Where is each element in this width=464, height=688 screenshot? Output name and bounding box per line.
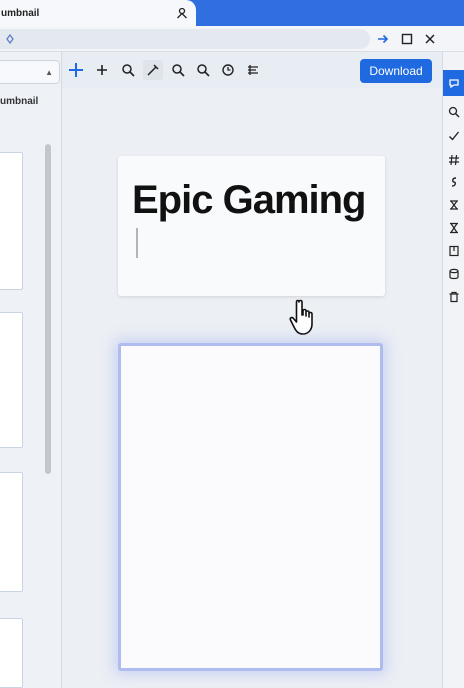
forward-arrow-icon[interactable]	[374, 30, 392, 48]
panel-scrollbar[interactable]	[45, 144, 51, 474]
hourglass-icon[interactable]	[446, 220, 462, 236]
tab-active[interactable]: umbnail	[0, 0, 196, 26]
maximize-icon[interactable]	[398, 30, 416, 48]
design-canvas[interactable]: Epic Gaming	[62, 88, 442, 688]
database-icon[interactable]	[446, 266, 462, 282]
tab-strip: umbnail	[0, 0, 464, 26]
plus-icon[interactable]	[92, 60, 112, 80]
zoom-out-icon[interactable]	[193, 60, 213, 80]
tab-title: umbnail	[1, 7, 40, 19]
text-cursor	[136, 228, 138, 258]
thumbnail-item[interactable]	[0, 618, 23, 688]
zoom-in-icon[interactable]	[168, 60, 188, 80]
right-sidebar	[442, 52, 464, 688]
thumbnail-item[interactable]	[0, 312, 23, 448]
tab-profile-icon[interactable]	[174, 5, 190, 21]
book-icon[interactable]	[446, 243, 462, 259]
layers-icon[interactable]	[243, 60, 263, 80]
hash-icon[interactable]	[446, 152, 462, 168]
card-title[interactable]: Epic Gaming	[132, 178, 366, 223]
plus-large-icon[interactable]	[66, 60, 86, 80]
chat-icon[interactable]	[443, 70, 464, 96]
app-window: umbnail ▲ umbnail Download Epic Gaming	[0, 0, 464, 688]
thumbnail-panel: ▲ umbnail	[0, 52, 62, 688]
trash-icon[interactable]	[446, 289, 462, 305]
eyedropper-icon[interactable]	[143, 60, 163, 80]
blank-frame[interactable]	[118, 343, 383, 671]
transform-icon[interactable]	[446, 197, 462, 213]
search-icon[interactable]	[446, 104, 462, 120]
panel-label: umbnail	[0, 96, 39, 107]
download-button[interactable]: Download	[360, 59, 432, 83]
zoom-icon[interactable]	[118, 60, 138, 80]
text-card[interactable]: Epic Gaming	[118, 156, 385, 296]
snake-icon[interactable]	[446, 174, 462, 190]
panel-dropdown[interactable]: ▲	[0, 60, 60, 84]
close-icon[interactable]	[421, 30, 439, 48]
site-info-icon[interactable]	[4, 33, 16, 45]
check-icon[interactable]	[446, 128, 462, 144]
address-row	[0, 26, 464, 52]
chevron-down-icon: ▲	[45, 68, 53, 77]
thumbnail-item[interactable]	[0, 472, 23, 592]
address-bar[interactable]	[0, 29, 370, 49]
history-icon[interactable]	[218, 60, 238, 80]
thumbnail-item[interactable]	[0, 152, 23, 290]
hand-cursor-icon	[288, 298, 320, 338]
